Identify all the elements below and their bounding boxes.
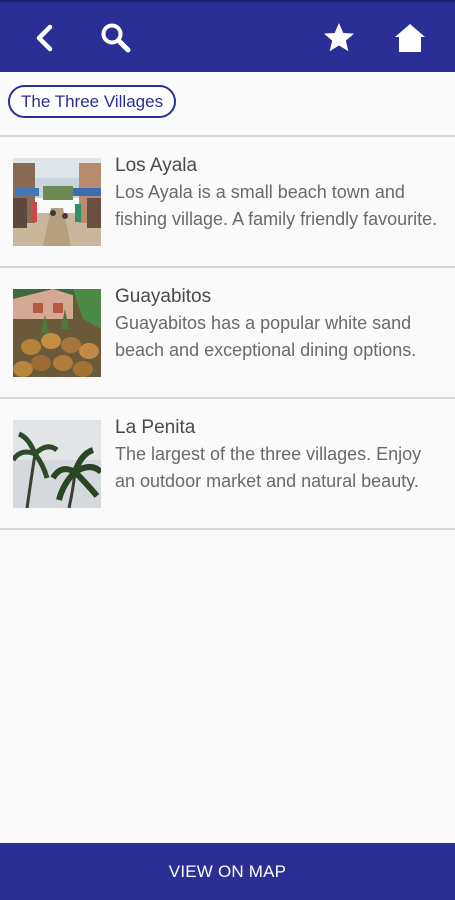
app-screen: The Three Villages Los Ayala Los Ayala i…: [0, 0, 455, 900]
filter-bar: The Three Villages: [0, 72, 455, 135]
top-toolbar: [0, 0, 455, 72]
star-icon: [324, 23, 354, 52]
item-description: Los Ayala is a small beach town and fish…: [115, 182, 438, 229]
la-penita-thumbnail: [13, 420, 101, 508]
item-title: La Penita: [115, 417, 196, 438]
home-button[interactable]: [392, 18, 428, 58]
home-icon: [395, 24, 425, 52]
back-button[interactable]: [27, 18, 63, 58]
favorite-button[interactable]: [321, 18, 357, 58]
filter-chip-three-villages[interactable]: The Three Villages: [8, 85, 177, 118]
search-icon: [101, 23, 131, 53]
los-ayala-thumbnail: [13, 158, 101, 246]
list-item-guayabitos[interactable]: Guayabitos Guayabitos has a popular whit…: [0, 268, 455, 399]
item-description: The largest of the three villages. Enjoy…: [115, 444, 422, 491]
search-button[interactable]: [98, 18, 134, 58]
back-icon: [36, 24, 53, 52]
list-item-la-penita[interactable]: La Penita The largest of the three villa…: [0, 399, 455, 530]
la-penita-text: La Penita The largest of the three villa…: [115, 415, 445, 494]
guayabitos-thumbnail: [13, 289, 101, 377]
view-on-map-button[interactable]: VIEW ON MAP: [0, 843, 455, 900]
item-title: Los Ayala: [115, 155, 198, 176]
village-list: Los Ayala Los Ayala is a small beach tow…: [0, 137, 455, 530]
list-item-los-ayala[interactable]: Los Ayala Los Ayala is a small beach tow…: [0, 137, 455, 268]
los-ayala-text: Los Ayala Los Ayala is a small beach tow…: [115, 153, 445, 232]
item-title: Guayabitos: [115, 286, 212, 307]
guayabitos-text: Guayabitos Guayabitos has a popular whit…: [115, 284, 445, 363]
item-description: Guayabitos has a popular white sand beac…: [115, 313, 417, 360]
